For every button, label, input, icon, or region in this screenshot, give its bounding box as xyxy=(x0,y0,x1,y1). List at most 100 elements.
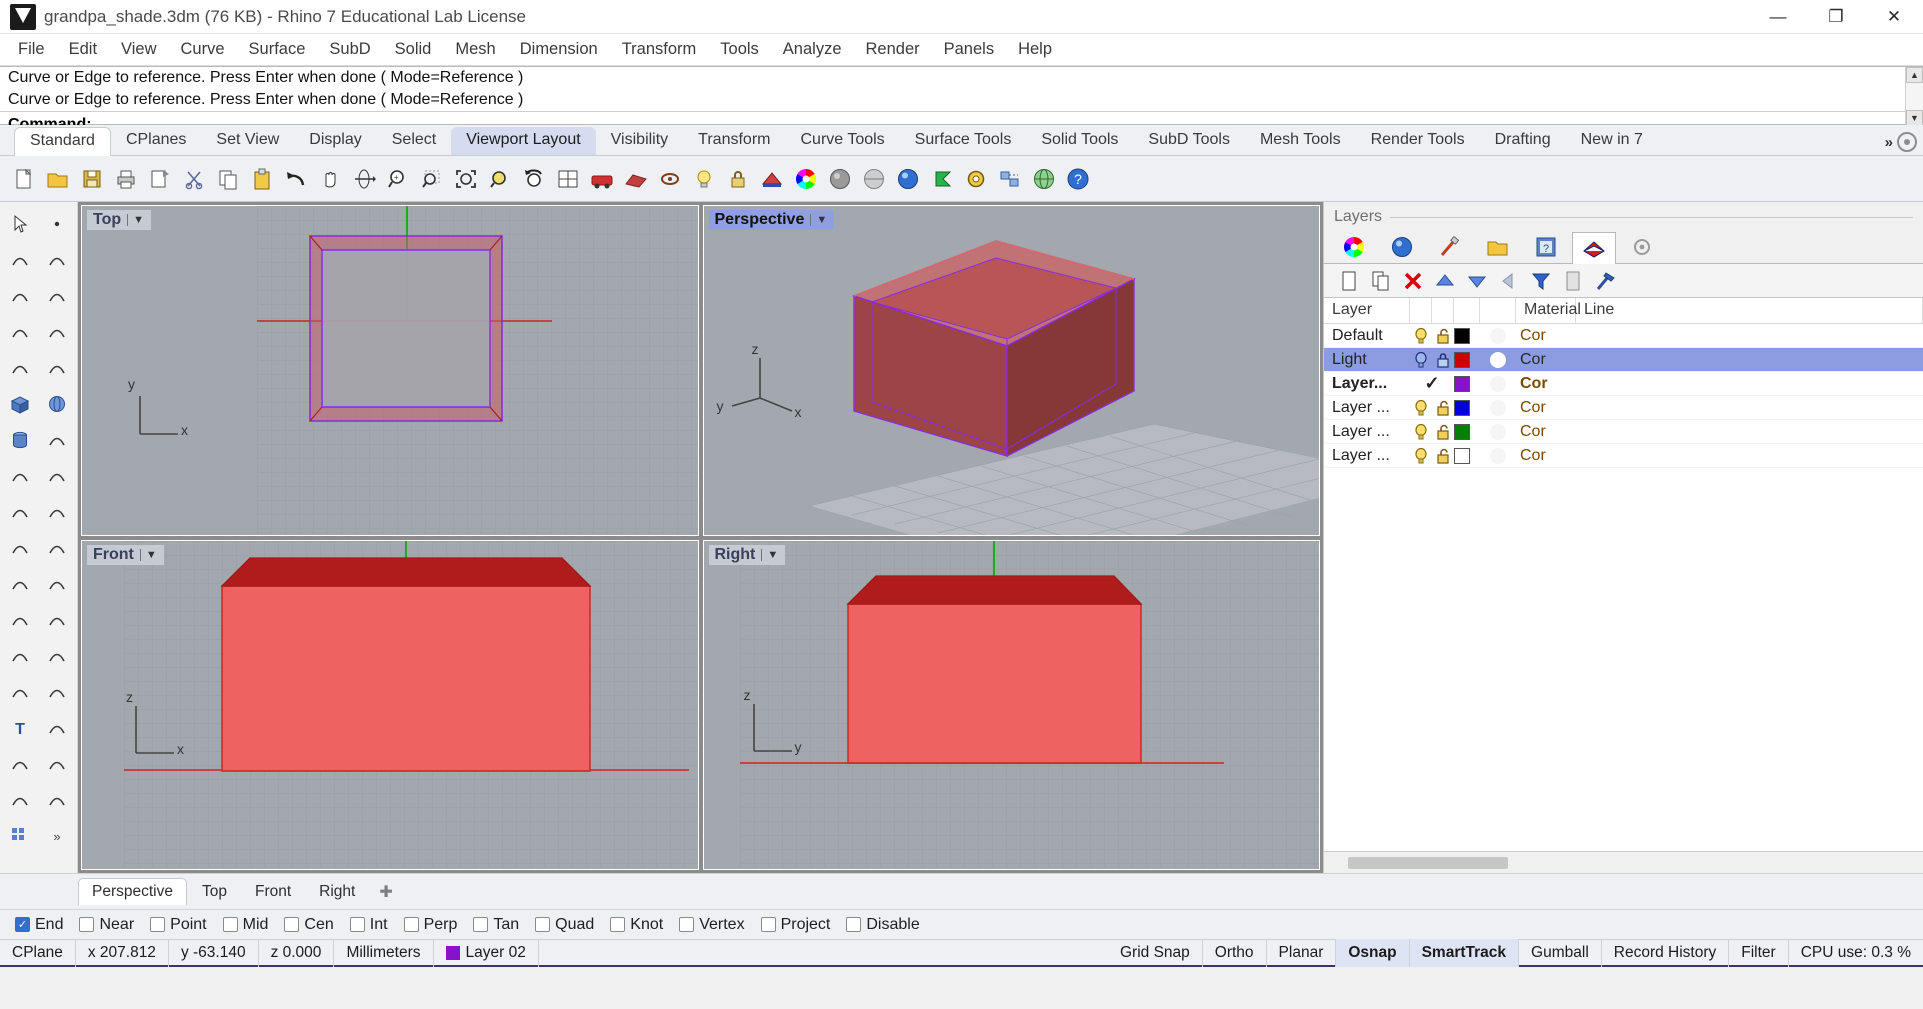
layer-material-swatch[interactable] xyxy=(1480,399,1516,416)
mirror-icon[interactable] xyxy=(39,746,75,781)
checkbox-icon[interactable] xyxy=(222,917,238,932)
color-wheel-icon[interactable] xyxy=(790,163,822,195)
revolve-icon[interactable] xyxy=(39,530,75,565)
chevron-down-icon[interactable]: ▼ xyxy=(139,548,162,561)
layer-visibility-bulb-icon[interactable] xyxy=(1410,447,1432,465)
extrude-icon[interactable] xyxy=(2,530,38,565)
box-icon[interactable] xyxy=(2,386,38,421)
scroll-up-icon[interactable]: ▲ xyxy=(1906,67,1923,83)
checkbox-icon[interactable]: ✓ xyxy=(15,917,30,932)
layers-panel-tab-brush-icon[interactable] xyxy=(1428,231,1472,263)
layer-name[interactable]: Layer ... xyxy=(1324,447,1410,465)
layers-col-header-line[interactable]: Line xyxy=(1576,298,1923,323)
menu-item-analyze[interactable]: Analyze xyxy=(771,36,854,63)
layer-lock-icon[interactable] xyxy=(1432,327,1454,345)
ghosted-sphere-icon[interactable] xyxy=(858,163,890,195)
osnap-near[interactable]: Near xyxy=(72,914,141,936)
layer-lock-icon[interactable] xyxy=(1432,399,1454,417)
render-icon[interactable] xyxy=(586,163,618,195)
viewport-tab-right[interactable]: Right xyxy=(306,879,368,905)
maximize-button[interactable]: ❐ xyxy=(1807,0,1865,34)
osnap-disable[interactable]: Disable xyxy=(839,914,926,936)
toolbar-tab-set-view[interactable]: Set View xyxy=(201,127,294,155)
layer-linetype[interactable]: Cor xyxy=(1516,447,1923,465)
osnap-cen[interactable]: Cen xyxy=(277,914,340,936)
layer-lock-icon[interactable] xyxy=(1432,423,1454,441)
layers-col-header-blank1[interactable] xyxy=(1410,298,1432,323)
layer-lock-icon[interactable] xyxy=(1432,447,1454,465)
toolbar-tab-solid-tools[interactable]: Solid Tools xyxy=(1026,127,1133,155)
zoom-window-icon[interactable] xyxy=(416,163,448,195)
lock-icon[interactable] xyxy=(722,163,754,195)
checkbox-icon[interactable] xyxy=(610,917,626,932)
toolbar-tab-render-tools[interactable]: Render Tools xyxy=(1356,127,1480,155)
layer-color-swatch[interactable] xyxy=(1454,351,1480,368)
osnap-tan[interactable]: Tan xyxy=(466,914,526,936)
layer-color-swatch[interactable] xyxy=(1454,423,1480,440)
toolbar-overflow[interactable]: » xyxy=(1885,132,1923,155)
cylinder-icon[interactable] xyxy=(2,422,38,457)
shade-sphere-icon[interactable] xyxy=(824,163,856,195)
menu-item-subd[interactable]: SubD xyxy=(317,36,382,63)
close-button[interactable]: ✕ xyxy=(1865,0,1923,34)
sweep-icon[interactable] xyxy=(2,566,38,601)
menu-item-panels[interactable]: Panels xyxy=(932,36,1006,63)
checkbox-icon[interactable] xyxy=(535,917,551,932)
status-units[interactable]: Millimeters xyxy=(334,938,434,967)
layer-linetype[interactable]: Cor xyxy=(1516,423,1923,441)
copy-icon[interactable] xyxy=(212,163,244,195)
toolbar-tab-transform[interactable]: Transform xyxy=(683,127,785,155)
layers-col-header-blank2[interactable] xyxy=(1432,298,1454,323)
toolbar-tab-mesh-tools[interactable]: Mesh Tools xyxy=(1245,127,1356,155)
status-toggle-filter[interactable]: Filter xyxy=(1729,938,1789,967)
layer-visibility-bulb-icon[interactable] xyxy=(1410,423,1432,441)
chevron-down-icon[interactable]: ▼ xyxy=(810,214,832,226)
viewport-label-front[interactable]: Front ▼ xyxy=(87,544,164,565)
layers-new-layer-icon[interactable] xyxy=(1334,267,1364,295)
layer-visibility-bulb-icon[interactable] xyxy=(1410,351,1432,369)
osnap-project[interactable]: Project xyxy=(754,914,838,936)
layer-name[interactable]: Default xyxy=(1324,327,1410,345)
menu-item-solid[interactable]: Solid xyxy=(383,36,444,63)
help-icon[interactable]: ? xyxy=(1062,163,1094,195)
checkbox-icon[interactable] xyxy=(403,917,419,932)
layers-delete-layer-icon[interactable] xyxy=(1398,267,1428,295)
layers-panel-tab-color-wheel-icon[interactable] xyxy=(1332,231,1376,263)
viewport-top[interactable]: y x Top ▼ xyxy=(81,205,699,536)
layers-panel-tab-material-sphere-icon[interactable] xyxy=(1380,231,1424,263)
layer-linetype[interactable]: Cor xyxy=(1516,375,1923,393)
offset-icon[interactable] xyxy=(2,674,38,709)
layer-material-swatch[interactable] xyxy=(1480,351,1516,368)
arc-icon[interactable] xyxy=(2,278,38,313)
layer-lock-icon[interactable] xyxy=(1432,351,1454,369)
layers-tools-hammer-icon[interactable] xyxy=(1590,267,1620,295)
circle-icon[interactable] xyxy=(39,278,75,313)
layer-linetype[interactable]: Cor xyxy=(1516,351,1923,369)
layers-list[interactable]: Default Cor Light Cor Layer... ✓ Cor Layer ... C… xyxy=(1324,324,1923,851)
layer-material-swatch[interactable] xyxy=(1480,375,1516,392)
layer-row[interactable]: Layer ... Cor xyxy=(1324,444,1923,468)
boolean-diff-icon[interactable] xyxy=(39,602,75,637)
layer-name[interactable]: Light xyxy=(1324,351,1410,369)
toolbar-tab-standard[interactable]: Standard xyxy=(14,127,111,156)
zoom-in-icon[interactable]: + xyxy=(382,163,414,195)
layers-back-arrow-icon[interactable] xyxy=(1494,267,1524,295)
viewport-label-top[interactable]: Top ▼ xyxy=(87,210,152,230)
chevron-right-icon[interactable]: » xyxy=(1885,134,1893,151)
osnap-vertex[interactable]: Vertex xyxy=(672,914,751,936)
toolbar-tab-cplanes[interactable]: CPlanes xyxy=(111,127,201,155)
status-toggle-osnap[interactable]: Osnap xyxy=(1336,938,1410,967)
viewport-tab-top[interactable]: Top xyxy=(189,879,240,905)
pipe-icon[interactable] xyxy=(2,458,38,493)
layer-color-swatch[interactable] xyxy=(1454,327,1480,344)
layer-row[interactable]: Default Cor xyxy=(1324,324,1923,348)
status-toggle-gumball[interactable]: Gumball xyxy=(1519,938,1602,967)
menu-item-curve[interactable]: Curve xyxy=(169,36,237,63)
array-icon[interactable] xyxy=(2,746,38,781)
layer-visibility-bulb-icon[interactable] xyxy=(1410,327,1432,345)
fillet-icon[interactable] xyxy=(39,494,75,529)
zoom-extents-icon[interactable] xyxy=(450,163,482,195)
viewport-front[interactable]: z x Front ▼ xyxy=(81,539,699,870)
osnap-mid[interactable]: Mid xyxy=(216,914,276,936)
select-group-icon[interactable] xyxy=(994,163,1026,195)
